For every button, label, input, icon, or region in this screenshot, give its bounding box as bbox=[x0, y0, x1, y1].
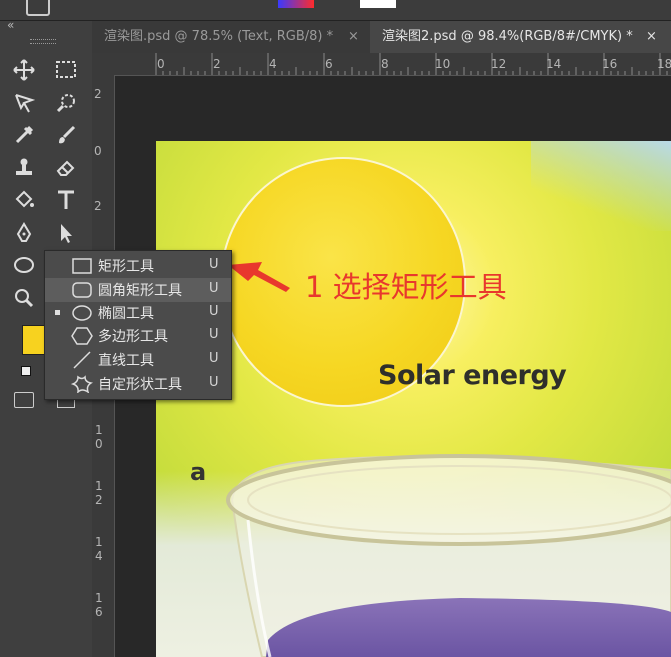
shortcut-key: U bbox=[209, 327, 219, 342]
move-tool-icon[interactable] bbox=[11, 57, 37, 83]
options-stroke-swatch[interactable] bbox=[360, 0, 396, 8]
brush-tool-icon[interactable] bbox=[53, 122, 79, 148]
marquee-tool-icon[interactable] bbox=[53, 57, 79, 83]
ruler-label: 16 bbox=[602, 57, 618, 71]
ruler-ticks bbox=[155, 53, 668, 75]
flyout-item-rectangle[interactable]: 矩形工具 U bbox=[45, 254, 231, 278]
flyout-item-label: 椭圆工具 bbox=[98, 306, 154, 322]
text-tool-icon[interactable] bbox=[53, 187, 79, 213]
flyout-item-ellipse[interactable]: 椭圆工具 U bbox=[45, 301, 231, 325]
ruler-corner[interactable] bbox=[92, 53, 114, 75]
stamp-tool-icon[interactable] bbox=[11, 155, 37, 181]
flyout-item-label: 多边形工具 bbox=[98, 329, 168, 345]
ruler-label: 10 bbox=[435, 57, 451, 71]
ruler-label: 6 bbox=[325, 57, 333, 71]
annotation-text: 1 选择矩形工具 bbox=[305, 270, 507, 304]
shortcut-key: U bbox=[209, 257, 219, 272]
tab-close-icon[interactable]: × bbox=[646, 21, 657, 53]
flyout-item-label: 矩形工具 bbox=[98, 259, 154, 275]
ruler-label: 8 bbox=[381, 57, 389, 71]
ruler-label: 2 bbox=[213, 57, 221, 71]
shortcut-key: U bbox=[209, 375, 219, 390]
eraser-tool-icon[interactable] bbox=[53, 155, 79, 181]
ruler-label: 0 bbox=[157, 57, 165, 71]
ruler-label: 14 bbox=[546, 57, 562, 71]
polygon-icon bbox=[71, 327, 93, 345]
shortcut-key: U bbox=[209, 281, 219, 296]
flyout-item-label: 圆角矩形工具 bbox=[98, 283, 182, 299]
flyout-item-label: 自定形状工具 bbox=[98, 377, 182, 393]
tab-document-2[interactable]: 渲染图2.psd @ 98.4%(RGB/8#/CMYK) * × bbox=[370, 21, 671, 53]
ellipse-icon bbox=[72, 305, 92, 321]
tab-label: 渲染图2.psd @ 98.4%(RGB/8#/CMYK) * bbox=[382, 29, 633, 44]
ruler-label: 0 bbox=[94, 144, 102, 158]
options-swatch[interactable] bbox=[278, 0, 314, 8]
document-tabs: 渲染图.psd @ 78.5% (Text, RGB/8) * × 渲染图2.p… bbox=[92, 21, 671, 53]
solar-energy-heading: Solar energy bbox=[378, 360, 567, 391]
ruler-label: 2 bbox=[94, 199, 102, 213]
flyout-item-custom-shape[interactable]: 自定形状工具 U bbox=[45, 372, 231, 396]
tool-preset-icon[interactable] bbox=[26, 0, 50, 16]
ruler-label: 1 4 bbox=[95, 535, 103, 563]
lasso-tool-icon[interactable] bbox=[11, 90, 37, 116]
sky-gradient bbox=[531, 141, 671, 231]
horizontal-ruler[interactable]: 0 2 4 6 8 10 12 14 16 18 bbox=[114, 53, 671, 76]
tab-document-1[interactable]: 渲染图.psd @ 78.5% (Text, RGB/8) * × bbox=[92, 21, 370, 53]
bucket-tool-icon[interactable] bbox=[11, 187, 37, 213]
eyedropper-tool-icon[interactable] bbox=[11, 122, 37, 148]
foreground-color-swatch[interactable] bbox=[22, 325, 46, 355]
flyout-item-rounded-rectangle[interactable]: 圆角矩形工具 U bbox=[45, 278, 231, 302]
shortcut-key: U bbox=[209, 304, 219, 319]
swap-colors-icon[interactable] bbox=[21, 366, 31, 376]
rectangle-icon bbox=[72, 258, 92, 274]
quick-mask-icon[interactable] bbox=[14, 392, 34, 408]
toolbar-collapse-icon[interactable]: « bbox=[7, 18, 14, 32]
ruler-label: 1 0 bbox=[95, 423, 103, 451]
quick-select-tool-icon[interactable] bbox=[53, 90, 79, 116]
ruler-label: 1 2 bbox=[95, 479, 103, 507]
ruler-label: 1 6 bbox=[95, 591, 103, 619]
ruler-label: 18 bbox=[657, 57, 671, 71]
ruler-label: 4 bbox=[269, 57, 277, 71]
background-lower bbox=[156, 471, 671, 657]
ruler-label: 2 bbox=[94, 87, 102, 101]
path-select-tool-icon[interactable] bbox=[53, 220, 79, 246]
ellipse-tool-icon[interactable] bbox=[11, 252, 37, 278]
pen-tool-icon[interactable] bbox=[11, 220, 37, 246]
toolbar-grip[interactable] bbox=[30, 39, 56, 44]
rounded-rectangle-icon bbox=[72, 282, 92, 298]
flyout-item-label: 直线工具 bbox=[98, 353, 154, 369]
tab-close-icon[interactable]: × bbox=[348, 21, 359, 53]
shortcut-key: U bbox=[209, 351, 219, 366]
current-tool-marker bbox=[55, 310, 60, 315]
ruler-label: 12 bbox=[491, 57, 507, 71]
custom-shape-icon bbox=[71, 375, 93, 393]
shape-tool-flyout: 矩形工具 U 圆角矩形工具 U 椭圆工具 U 多边形工具 U 直线工具 U 自定… bbox=[44, 250, 232, 400]
flyout-item-line[interactable]: 直线工具 U bbox=[45, 348, 231, 372]
tab-label: 渲染图.psd @ 78.5% (Text, RGB/8) * bbox=[104, 29, 334, 44]
flyout-item-polygon[interactable]: 多边形工具 U bbox=[45, 324, 231, 348]
line-icon bbox=[73, 351, 91, 369]
options-bar bbox=[0, 0, 671, 21]
zoom-tool-icon[interactable] bbox=[11, 285, 37, 311]
panel-label: a bbox=[190, 458, 207, 486]
